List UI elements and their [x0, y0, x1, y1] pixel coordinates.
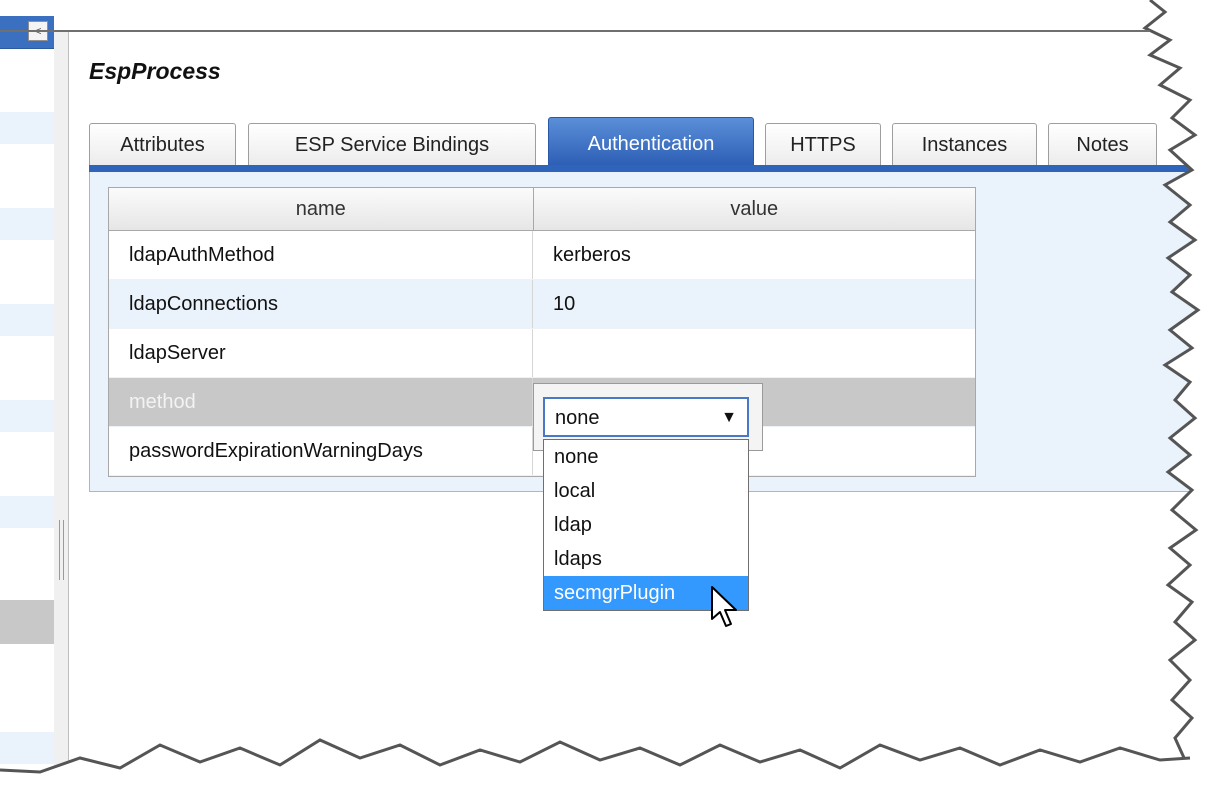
splitter-grip-icon[interactable]	[59, 520, 64, 580]
tab-esp-service-bindings[interactable]: ESP Service Bindings	[248, 123, 536, 165]
tab-https[interactable]: HTTPS	[765, 123, 881, 165]
nav-row[interactable]	[0, 400, 54, 432]
option-local[interactable]: local	[544, 474, 748, 508]
method-select[interactable]: none ▼	[543, 397, 749, 437]
grid-header: name value	[109, 188, 975, 231]
nav-row[interactable]	[0, 496, 54, 528]
row-name: ldapConnections	[109, 280, 533, 328]
row-value[interactable]	[533, 329, 975, 377]
tab-instances[interactable]: Instances	[892, 123, 1037, 165]
mouse-pointer-icon	[711, 586, 737, 627]
column-header-value[interactable]: value	[534, 188, 975, 230]
tab-attributes[interactable]: Attributes	[89, 123, 236, 165]
nav-row[interactable]	[0, 208, 54, 240]
nav-row-selected[interactable]	[0, 600, 54, 644]
nav-row[interactable]	[0, 732, 54, 764]
panel-splitter[interactable]	[54, 32, 69, 772]
tab-underline	[89, 165, 1211, 172]
table-row[interactable]: ldapAuthMethod kerberos	[109, 231, 975, 280]
left-navigation-panel	[0, 32, 55, 772]
collapse-panel-button[interactable]: <	[0, 16, 54, 49]
table-row[interactable]: ldapConnections 10	[109, 280, 975, 329]
chevron-left-icon: <	[28, 21, 48, 41]
option-none[interactable]: none	[544, 440, 748, 474]
option-ldap[interactable]: ldap	[544, 508, 748, 542]
nav-row[interactable]	[0, 304, 54, 336]
page-title: EspProcess	[89, 58, 221, 84]
nav-row[interactable]	[0, 112, 54, 144]
option-ldaps[interactable]: ldaps	[544, 542, 748, 576]
selected-value: none	[555, 407, 600, 429]
dropdown-arrow-icon[interactable]: ▼	[721, 399, 737, 437]
column-header-name[interactable]: name	[109, 188, 534, 230]
row-name: ldapAuthMethod	[109, 231, 533, 279]
row-name: passwordExpirationWarningDays	[109, 427, 533, 475]
row-name: method	[109, 378, 533, 426]
row-name: ldapServer	[109, 329, 533, 377]
row-value[interactable]: 10	[533, 280, 975, 328]
row-value[interactable]: kerberos	[533, 231, 975, 279]
table-row[interactable]: ldapServer	[109, 329, 975, 378]
tab-notes[interactable]: Notes	[1048, 123, 1157, 165]
tab-authentication[interactable]: Authentication	[548, 117, 754, 166]
